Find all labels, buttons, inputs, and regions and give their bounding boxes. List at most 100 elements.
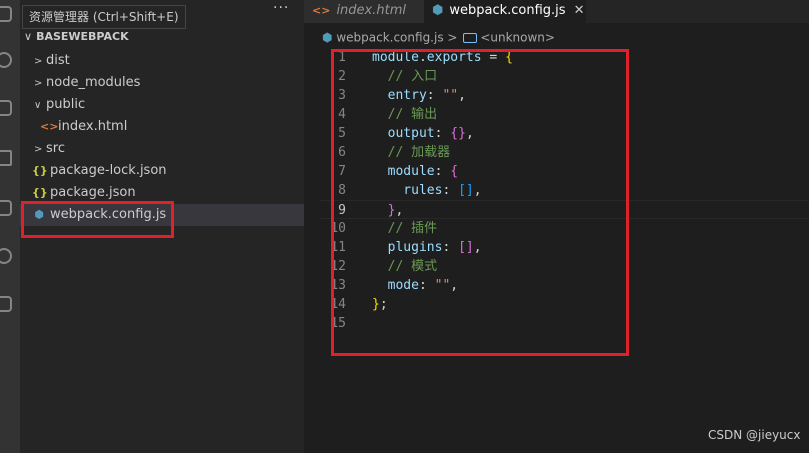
line-number: 5	[338, 126, 346, 141]
workspace-section-header[interactable]: ∨ BASEWEBPACK	[24, 30, 129, 43]
search-icon[interactable]	[0, 52, 12, 68]
code-token: :	[434, 164, 451, 179]
code-text: // 加载器	[372, 143, 451, 162]
code-text: mode: "",	[372, 276, 458, 295]
code-editor[interactable]: 1 module.exports = {2 // 入口 3 entry: "", 4 …	[320, 48, 809, 348]
line-number: 4	[338, 107, 346, 122]
line-number: 3	[338, 88, 346, 103]
tab-webpack-config-js[interactable]: ⬢ webpack.config.js ✕	[424, 0, 586, 23]
code-token: mode	[372, 278, 419, 293]
code-line[interactable]: 8 rules: [],	[320, 181, 809, 200]
code-line[interactable]: 10 // 插件	[320, 219, 809, 238]
chevron-down-icon: ∨	[24, 30, 33, 43]
line-number: 14	[330, 297, 346, 312]
code-line[interactable]: 1 module.exports = {	[320, 48, 809, 67]
tree-item-node-modules[interactable]: > node_modules	[20, 72, 304, 94]
code-line[interactable]: 15	[320, 314, 809, 333]
tab-label: webpack.config.js	[449, 3, 566, 18]
code-text: output: {},	[372, 124, 474, 143]
tree-item-public[interactable]: ∨ public	[20, 94, 304, 116]
code-line[interactable]: 14};	[320, 295, 809, 314]
code-line[interactable]: 9 },	[320, 200, 809, 219]
explorer-sidebar: ··· ∨ BASEWEBPACK > dist > node_modules ∨ pu…	[20, 0, 304, 453]
tree-item-webpack-config-js[interactable]: ⬢ webpack.config.js	[20, 204, 304, 226]
code-line[interactable]: 4 // 输出	[320, 105, 809, 124]
code-token: entry	[372, 88, 427, 103]
docker-icon[interactable]	[0, 296, 12, 312]
line-number: 8	[338, 183, 346, 198]
tree-item-package-lock-json[interactable]: {} package-lock.json	[20, 160, 304, 182]
tree-item-label: package-lock.json	[50, 163, 167, 178]
webpack-cube-icon: ⬢	[34, 208, 44, 221]
code-text: // 插件	[372, 219, 438, 238]
code-text: rules: [],	[372, 181, 481, 200]
line-number: 15	[330, 316, 346, 331]
code-token: :	[434, 126, 451, 141]
html-file-icon: <>	[312, 4, 331, 17]
code-token: :	[418, 278, 435, 293]
chevron-right-icon: >	[34, 56, 43, 67]
code-token: ,	[473, 240, 482, 255]
extensions-icon[interactable]	[0, 200, 12, 216]
code-text: plugins: [],	[372, 238, 482, 257]
run-debug-icon[interactable]	[0, 150, 12, 166]
code-line[interactable]: 11 plugins: [],	[320, 238, 809, 257]
code-line[interactable]: 6 // 加载器	[320, 143, 809, 162]
line-number: 12	[330, 259, 346, 274]
tab-index-html[interactable]: <> index.html	[304, 0, 424, 23]
explorer-icon[interactable]	[0, 6, 12, 22]
line-number: 13	[330, 278, 346, 293]
line-number: 6	[338, 145, 346, 160]
code-token: []	[458, 183, 474, 198]
code-line[interactable]: 12 // 模式	[320, 257, 809, 276]
line-number: 10	[330, 221, 346, 236]
chevron-down-icon: ∨	[34, 100, 42, 111]
code-token: // 入口	[372, 69, 438, 84]
tab-label: index.html	[336, 3, 406, 18]
code-line[interactable]: 5 output: {},	[320, 124, 809, 143]
line-number: 9	[338, 203, 346, 218]
code-token: ;	[379, 297, 388, 312]
breadcrumb-file[interactable]: webpack.config.js	[336, 31, 443, 45]
code-line[interactable]: 2 // 入口	[320, 67, 809, 86]
code-text: };	[372, 295, 388, 314]
code-line[interactable]: 13 mode: "",	[320, 276, 809, 295]
code-token: }	[372, 203, 396, 218]
workspace-title: BASEWEBPACK	[36, 30, 129, 43]
tab-bar: <> index.html ⬢ webpack.config.js ✕	[304, 0, 809, 23]
tree-item-label: node_modules	[46, 75, 141, 90]
tree-item-label: dist	[46, 53, 70, 68]
code-token: =	[481, 50, 506, 65]
code-text: },	[372, 201, 404, 220]
breadcrumb-symbol[interactable]: <unknown>	[480, 31, 555, 45]
breadcrumb-separator: >	[447, 30, 458, 45]
code-token: :	[426, 88, 443, 103]
tree-item-label: public	[46, 97, 86, 112]
line-number: 2	[338, 69, 346, 84]
code-token: // 模式	[372, 259, 438, 274]
code-token: :	[442, 240, 459, 255]
code-text: module.exports = {	[372, 48, 513, 67]
tree-item-src[interactable]: > src	[20, 138, 304, 160]
code-token: module	[372, 164, 435, 179]
code-token: output	[372, 126, 435, 141]
code-token: ,	[395, 203, 404, 218]
code-line[interactable]: 7 module: {	[320, 162, 809, 181]
tree-item-package-json[interactable]: {} package.json	[20, 182, 304, 204]
more-actions-button[interactable]: ···	[273, 0, 289, 16]
tree-item-dist[interactable]: > dist	[20, 50, 304, 72]
code-token: rules	[372, 183, 443, 198]
code-token: []	[458, 240, 474, 255]
close-icon[interactable]: ✕	[574, 3, 585, 18]
breadcrumb: ⬢ webpack.config.js > <unknown>	[322, 30, 555, 45]
line-number: 1	[338, 50, 346, 65]
code-token: ""	[442, 88, 459, 103]
code-text: // 输出	[372, 105, 438, 124]
remote-icon[interactable]	[0, 248, 12, 264]
code-token: {	[450, 164, 459, 179]
code-text: entry: "",	[372, 86, 466, 105]
tree-item-index-html[interactable]: <>index.html	[20, 116, 304, 138]
code-line[interactable]: 3 entry: "",	[320, 86, 809, 105]
source-control-icon[interactable]	[0, 100, 12, 116]
tree-item-label: index.html	[58, 119, 128, 134]
